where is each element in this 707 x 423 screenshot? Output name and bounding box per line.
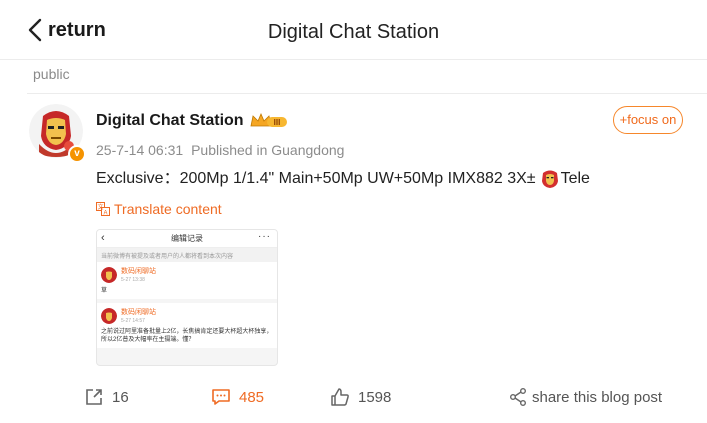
visibility-label: public (33, 66, 70, 82)
image-more-icon: ··· (258, 231, 271, 242)
ironman-emoji-icon (541, 170, 558, 188)
post-text-suffix: Tele (560, 170, 590, 187)
page-title: Digital Chat Station (267, 21, 440, 43)
image-card: 数码闲聊站 5-27 13:38 草 (97, 262, 277, 299)
image-title: 编辑记录 (171, 234, 203, 243)
image-card-name: 数码闲聊站 (121, 268, 156, 275)
repost-button[interactable]: 16 (84, 382, 129, 412)
follow-button[interactable]: +focus on (613, 106, 683, 134)
share-label: share this blog post (532, 388, 663, 406)
translate-link[interactable]: 文 A Translate content (96, 201, 222, 217)
share-icon (510, 388, 526, 406)
like-count: 1598 (358, 388, 392, 406)
post-meta: 25-7-14 06:31 Published in Guangdong (96, 141, 344, 159)
verified-icon: v (68, 145, 86, 163)
post-detail-page: return Digital Chat Station public v Dig… (0, 0, 707, 423)
comment-count: 485 (239, 388, 265, 406)
author-name[interactable]: Digital Chat Station (96, 110, 244, 132)
level-badge: III (273, 118, 280, 127)
back-label: return (48, 19, 106, 41)
comment-icon (212, 389, 230, 405)
repost-count: 16 (112, 388, 129, 406)
repost-icon (86, 389, 102, 405)
image-avatar (101, 307, 117, 324)
author-row: Digital Chat Station III (96, 110, 289, 132)
translate-icon: 文 A (96, 202, 110, 216)
image-avatar (101, 266, 117, 283)
image-card: 数码闲聊站 5-27 14:57 之前说过阿里准备批量上2亿，长焦搞肯定还要大杯… (97, 303, 277, 348)
post-date: 25-7-14 06:31 (96, 142, 184, 158)
post-text: Exclusive：200Mp 1/1.4" Main+50Mp UW+50Mp… (96, 168, 590, 190)
post-text-main: Exclusive：200Mp 1/1.4" Main+50Mp UW+50Mp… (96, 170, 536, 187)
crown-icon: III (250, 112, 287, 127)
image-header: ‹ 编辑记录 ··· (97, 230, 277, 248)
image-card-body: 之前说过阿里准备批量上2亿，长焦搞肯定还要大杯超大杯独享，所以2亿普及大幅率在主… (101, 329, 273, 343)
back-icon (28, 18, 42, 42)
image-card-name: 数码闲聊站 (121, 309, 156, 316)
post-image[interactable]: ‹ 编辑记录 ··· 当前微博有被提及或者用户的人都将看到本次内容 数码闲聊站 … (96, 229, 278, 366)
like-button[interactable]: 1598 (330, 382, 391, 412)
share-button[interactable]: share this blog post (508, 382, 662, 412)
image-card-time: 5-27 13:38 (121, 277, 145, 283)
comment-button[interactable]: 485 (211, 382, 264, 412)
image-note: 当前微博有被提及或者用户的人都将看到本次内容 (97, 248, 277, 262)
divider (27, 93, 707, 94)
like-icon (331, 388, 349, 406)
action-bar: 16 485 1598 share this blog post (0, 382, 707, 412)
image-card-body: 草 (101, 288, 108, 294)
translate-label: Translate content (114, 201, 222, 217)
top-bar: return Digital Chat Station (0, 0, 707, 60)
post-location: Published in Guangdong (191, 142, 345, 158)
back-button[interactable]: return (28, 16, 106, 44)
image-card-time: 5-27 14:57 (121, 318, 145, 324)
svg-text:A: A (103, 211, 107, 217)
